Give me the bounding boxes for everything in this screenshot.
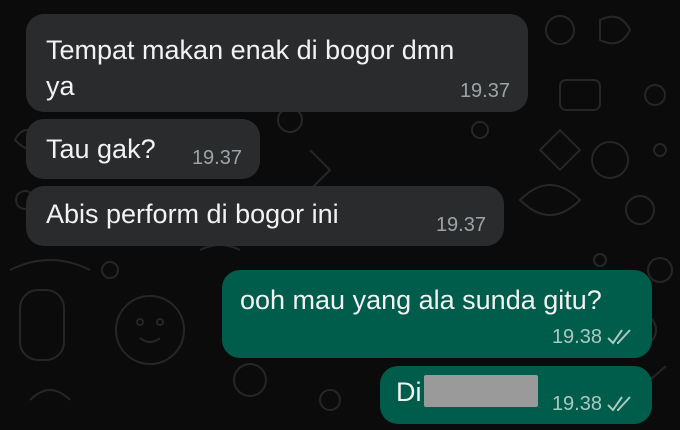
incoming-message-bubble[interactable]: Tempat makan enak di bogor dmn ya 19.37: [26, 14, 528, 112]
message-timestamp: 19.38: [551, 393, 602, 415]
outgoing-message-bubble[interactable]: ooh mau yang ala sunda gitu? 19.38: [222, 270, 652, 358]
message-text: Di: [396, 374, 538, 411]
message-timestamp: 19.38: [551, 326, 602, 348]
double-check-icon: [607, 396, 631, 412]
incoming-message-bubble[interactable]: Tau gak? 19.37: [26, 119, 260, 179]
outgoing-message-bubble[interactable]: Di 19.38: [380, 366, 652, 424]
message-text-visible: Di: [396, 377, 422, 407]
redacted-text-block: [423, 375, 538, 407]
message-text: Abis perform di bogor ini: [46, 199, 339, 229]
incoming-message-bubble[interactable]: Abis perform di bogor ini 19.37: [26, 186, 504, 246]
double-check-icon: [607, 329, 631, 345]
message-text: Tau gak?: [46, 134, 156, 164]
message-text: ya: [46, 71, 75, 101]
message-text: ooh mau yang ala sunda gitu?: [240, 285, 602, 315]
message-timestamp: 19.37: [191, 147, 242, 169]
message-text: Tempat makan enak di bogor dmn: [46, 35, 455, 65]
message-timestamp: 19.37: [435, 214, 486, 236]
message-timestamp: 19.37: [459, 80, 510, 102]
